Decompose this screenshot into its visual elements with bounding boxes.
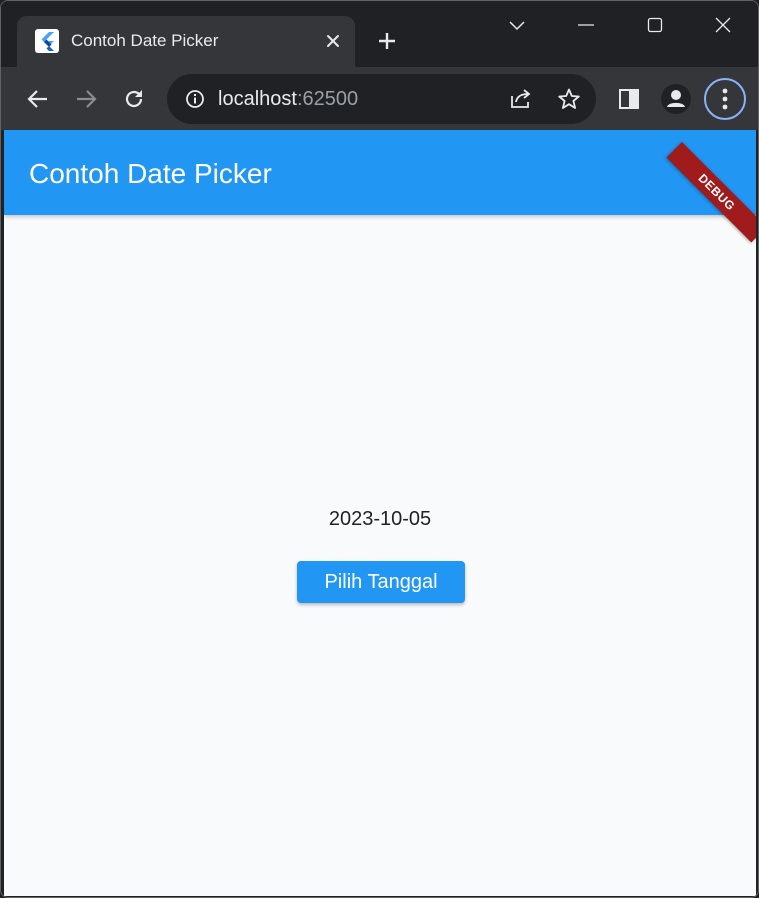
flutter-logo-icon [35, 29, 59, 53]
tab-title: Contoh Date Picker [71, 31, 219, 50]
profile-icon[interactable] [658, 81, 694, 117]
info-icon[interactable] [185, 89, 205, 114]
new-tab-icon[interactable] [371, 27, 403, 55]
url-port: :62500 [296, 88, 359, 110]
reload-icon[interactable] [116, 81, 152, 117]
kebab-menu-icon[interactable] [704, 78, 746, 120]
pick-date-button[interactable]: Pilih Tanggal [297, 561, 465, 603]
star-icon[interactable] [557, 87, 581, 116]
tab-search-chevron-icon[interactable] [497, 7, 537, 43]
minimize-icon[interactable] [566, 7, 606, 43]
close-window-icon[interactable] [703, 7, 743, 43]
url-text: localhost:62500 [218, 88, 358, 111]
url-host: localhost [218, 88, 297, 110]
share-icon[interactable] [509, 88, 533, 115]
tab-close-icon[interactable] [319, 27, 347, 55]
app-bar: Contoh Date Picker [4, 130, 756, 215]
browser-toolbar: localhost:62500 [1, 67, 758, 130]
page-title: Contoh Date Picker [29, 158, 272, 189]
browser-tab[interactable]: Contoh Date Picker [17, 16, 355, 67]
address-bar[interactable]: localhost:62500 [167, 74, 596, 124]
arrow-right-icon[interactable] [68, 81, 104, 117]
maximize-icon[interactable] [635, 7, 675, 43]
browser-window: Contoh Date Picker localhost:62500 Conto… [0, 0, 759, 898]
side-panel-icon[interactable] [611, 81, 647, 117]
selected-date-text: 2023-10-05 [328, 508, 432, 530]
tab-strip: Contoh Date Picker [1, 1, 758, 67]
arrow-left-icon[interactable] [20, 81, 56, 117]
app-viewport: Contoh Date Picker DEBUG 2023-10-05 Pili… [4, 130, 756, 896]
